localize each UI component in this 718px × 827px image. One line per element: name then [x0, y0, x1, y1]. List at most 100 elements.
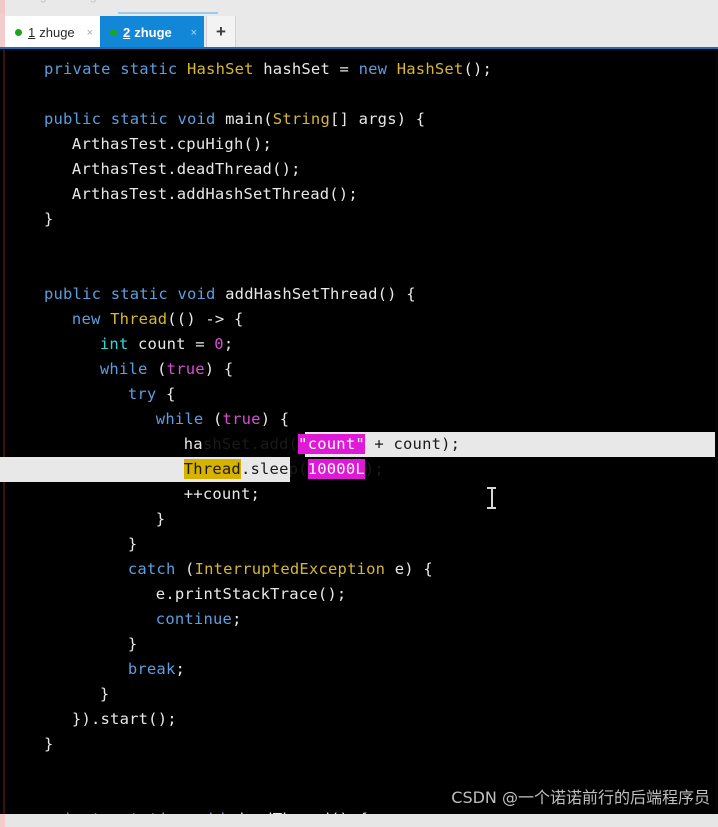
code-token: } — [43, 210, 54, 228]
code-line: ArthasTest.addHashSetThread(); — [0, 182, 718, 207]
code-line: while (true) { — [0, 407, 718, 432]
code-line — [0, 257, 718, 282]
code-token: { — [156, 385, 176, 403]
code-token: try — [127, 385, 157, 403]
code-token: ; — [223, 335, 234, 353]
terminal-code-view[interactable]: private static HashSet hashSet = new Has… — [0, 49, 718, 814]
code-token: ; — [175, 660, 186, 678]
code-line-text: new Thread(() -> { — [0, 310, 244, 328]
code-token: [] args) { — [330, 110, 426, 128]
code-token: main( — [215, 110, 273, 128]
code-token: }).start(); — [71, 710, 177, 728]
code-line — [0, 757, 718, 782]
code-token: true — [166, 360, 205, 378]
code-token: static — [110, 110, 168, 128]
code-line-text: try { — [0, 385, 176, 403]
code-line: new Thread(() -> { — [0, 307, 718, 332]
code-token: ( — [147, 360, 167, 378]
close-icon[interactable]: × — [84, 27, 96, 39]
code-token: catch — [127, 560, 176, 578]
code-token: deadThread() { — [225, 810, 368, 814]
code-token: void — [177, 110, 216, 128]
code-line: continue; — [0, 607, 718, 632]
code-token: static — [120, 810, 177, 814]
code-token: void — [177, 285, 216, 303]
code-line: break; — [0, 657, 718, 682]
code-line-text: } — [0, 210, 54, 228]
code-token: continue — [155, 610, 233, 628]
code-token: ; — [232, 610, 242, 628]
code-line-text: ArthasTest.deadThread(); — [0, 160, 301, 178]
code-line: private static HashSet hashSet = new Has… — [0, 57, 718, 82]
code-line: } — [0, 507, 718, 532]
code-token: new — [358, 60, 388, 78]
code-line-text: } — [0, 510, 165, 528]
window-chrome-sliver: 1 zhuge 2 zhuge — [0, 0, 718, 14]
code-token: } — [43, 735, 54, 753]
text-cursor-icon — [487, 486, 496, 510]
code-line: } — [0, 532, 718, 557]
code-token: } — [127, 535, 138, 553]
csdn-watermark: CSDN @一个诺诺前行的后端程序员 — [451, 788, 710, 807]
tab-1-zhuge[interactable]: 1 zhuge × — [5, 16, 100, 49]
code-line: hashSet.add("count" + count); — [0, 432, 718, 457]
code-line-text: int count = 0; — [0, 335, 233, 353]
code-line — [0, 82, 718, 107]
code-token: HashSet — [186, 60, 254, 78]
code-line-text: public static void main(String[] args) { — [0, 110, 425, 128]
code-token: (); — [463, 60, 493, 78]
code-token: break — [127, 660, 176, 678]
new-tab-button[interactable]: + — [206, 16, 236, 49]
code-token: (() -> { — [167, 310, 244, 328]
code-token: "count" — [298, 434, 365, 454]
code-line: }).start(); — [0, 707, 718, 732]
code-token: true — [222, 410, 261, 428]
tab-2-number: 2 — [123, 25, 131, 40]
code-token: Thread — [183, 459, 241, 479]
code-token: ArthasTest.deadThread(); — [71, 160, 301, 178]
close-icon[interactable]: × — [188, 27, 200, 39]
code-token: .sleep( — [240, 460, 308, 478]
tab-2-zhuge[interactable]: 2 zhuge × — [100, 16, 204, 49]
code-line-text: break; — [0, 660, 185, 678]
code-line-text: } — [0, 535, 137, 553]
code-line-text: private static HashSet hashSet = new Has… — [0, 60, 492, 78]
code-token: addHashSetThread() { — [215, 285, 416, 303]
code-line-text: ++count; — [0, 485, 260, 503]
code-line-text: } — [0, 685, 109, 703]
code-line-text: } — [0, 735, 54, 753]
bottom-left-edge-accent — [0, 814, 5, 827]
code-token: 0 — [214, 335, 224, 353]
code-token: e) { — [385, 560, 433, 578]
code-token: } — [99, 685, 110, 703]
code-line-text: while (true) { — [0, 360, 233, 378]
code-line: public static void addHashSetThread() { — [0, 282, 718, 307]
code-token: + count); — [364, 435, 461, 453]
code-line-text: ArthasTest.cpuHigh(); — [0, 135, 272, 153]
code-line: private static void deadThread() { — [0, 807, 718, 814]
code-line-text: ArthasTest.addHashSetThread(); — [0, 185, 358, 203]
code-line-text: continue; — [0, 610, 242, 628]
code-token: static — [110, 285, 168, 303]
code-token: public — [43, 285, 102, 303]
code-token: } — [155, 510, 166, 528]
code-line: ArthasTest.cpuHigh(); — [0, 132, 718, 157]
code-token: ); — [364, 460, 384, 478]
connection-status-dot-icon — [15, 29, 22, 36]
code-line: } — [0, 207, 718, 232]
code-token: private — [44, 810, 111, 814]
code-line: ++count; — [0, 482, 718, 507]
code-block[interactable]: private static HashSet hashSet = new Has… — [0, 57, 718, 814]
code-token: ( — [203, 410, 223, 428]
code-token: hashSet = — [253, 60, 359, 78]
code-token: ArthasTest.addHashSetThread(); — [71, 185, 358, 203]
